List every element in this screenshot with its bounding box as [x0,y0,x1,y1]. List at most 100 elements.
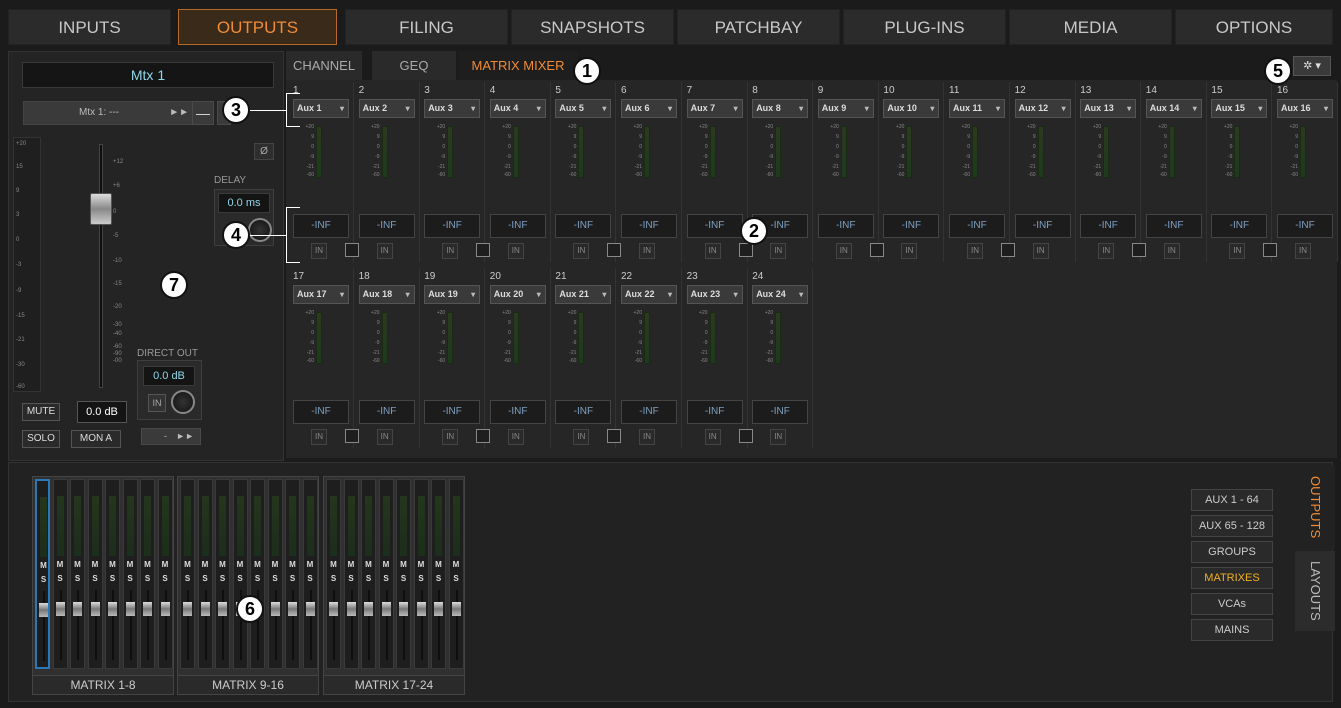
solo-button[interactable]: S [328,574,339,583]
side-tab-outputs[interactable]: OUTPUTS [1295,465,1335,549]
mute-button[interactable]: M [90,560,101,569]
bank-matrixes[interactable]: MATRIXES [1191,567,1273,589]
send-level-value[interactable]: -INF [1080,214,1137,238]
send-in-button[interactable]: IN [704,243,721,259]
mini-fader-strip[interactable]: MS [215,479,230,669]
mute-button[interactable]: M [107,560,118,569]
send-level-value[interactable]: -INF [686,400,743,424]
solo-button[interactable]: S [398,574,409,583]
mute-button[interactable]: M [182,560,193,569]
bank-label[interactable]: MATRIX 1-8 [32,675,174,695]
aux-source-selector[interactable]: Aux 18 ▾ [358,285,415,304]
send-level-value[interactable]: -INF [424,400,481,424]
mute-button[interactable]: MUTE [22,403,60,421]
output-route-selector[interactable]: Mtx 1: --- ►► [23,101,198,125]
mute-button[interactable]: M [451,560,462,569]
tab-snapshots[interactable]: SNAPSHOTS [511,9,674,45]
aux-source-selector[interactable]: Aux 21 ▾ [555,285,612,304]
send-level-value[interactable]: -INF [949,214,1005,238]
aux-source-selector[interactable]: Aux 6 ▾ [621,99,677,118]
mini-fader[interactable] [218,602,227,616]
send-level-value[interactable]: -INF [817,214,874,238]
send-level-value[interactable]: -INF [293,400,349,424]
send-in-button[interactable]: IN [770,429,787,445]
send-in-button[interactable]: IN [1295,243,1311,259]
aux-source-selector[interactable]: Aux 23 ▾ [686,285,743,304]
aux-source-selector[interactable]: Aux 4 ▾ [489,99,546,118]
send-in-button[interactable]: IN [311,243,327,259]
solo-button[interactable]: S [160,574,171,583]
aux-source-selector[interactable]: Aux 8 ▾ [752,99,809,118]
mute-button[interactable]: M [346,560,357,569]
tab-geq[interactable]: GEQ [372,51,456,80]
aux-source-selector[interactable]: Aux 12 ▾ [1014,99,1071,118]
mini-fader-strip[interactable]: MS [52,479,68,669]
mute-button[interactable]: M [398,560,409,569]
send-in-button[interactable]: IN [1098,243,1115,259]
tab-matrix-mixer[interactable]: MATRIX MIXER [458,51,578,80]
bank-mains[interactable]: MAINS [1191,619,1273,641]
solo-button[interactable]: S [305,574,316,583]
direct-out-knob[interactable] [171,390,195,414]
mini-fader-strip[interactable]: MS [285,479,300,669]
mute-button[interactable]: M [433,560,444,569]
send-in-button[interactable]: IN [967,243,983,259]
tab-patchbay[interactable]: PATCHBAY [677,9,840,45]
mini-fader-strip[interactable]: MS [197,479,213,669]
send-level-value[interactable]: -INF [555,214,612,238]
send-level-value[interactable]: -INF [1277,214,1333,238]
side-tab-layouts[interactable]: LAYOUTS [1295,551,1335,631]
mini-fader[interactable] [399,602,408,616]
direct-out-in-button[interactable]: IN [148,394,166,412]
direct-out-route[interactable]: - ►► [141,428,201,445]
aux-source-selector[interactable]: Aux 14 ▾ [1145,99,1202,118]
mute-button[interactable]: M [125,560,136,569]
send-level-value[interactable]: -INF [883,214,940,238]
aux-source-selector[interactable]: Aux 3 ▾ [424,99,481,118]
fader-gain-value[interactable]: 0.0 dB [77,401,127,423]
send-in-button[interactable]: IN [376,429,393,445]
mute-button[interactable]: M [363,560,374,569]
mini-fader-strip[interactable]: MS [343,479,359,669]
mini-fader[interactable] [270,602,280,616]
solo-button[interactable]: S [125,574,136,583]
minus-button[interactable]: — [192,101,214,125]
aux-source-selector[interactable]: Aux 24 ▾ [752,285,809,304]
send-in-button[interactable]: IN [1032,243,1049,259]
mute-button[interactable]: M [72,560,83,569]
settings-menu-button[interactable]: ✲ ▾ [1293,56,1331,76]
bank-vcas[interactable]: VCAs [1191,593,1273,615]
send-in-button[interactable]: IN [639,243,655,259]
solo-button[interactable]: S [72,574,83,583]
mini-fader[interactable] [55,602,65,616]
aux-source-selector[interactable]: Aux 5 ▾ [555,99,612,118]
mini-fader[interactable] [364,602,373,616]
solo-button[interactable]: S [270,574,281,583]
send-in-button[interactable]: IN [311,429,327,445]
tab-filing[interactable]: FILING [345,9,508,45]
send-in-button[interactable]: IN [442,243,459,259]
mini-fader-strip[interactable]: MS [361,479,376,669]
direct-out-value[interactable]: 0.0 dB [143,366,195,386]
send-level-value[interactable]: -INF [621,214,677,238]
mini-fader[interactable] [346,602,356,616]
mute-button[interactable]: M [38,561,49,570]
mini-fader[interactable] [125,602,135,616]
send-in-button[interactable]: IN [376,243,393,259]
mini-fader-strip[interactable]: MS [302,479,318,669]
aux-source-selector[interactable]: Aux 11 ▾ [949,99,1005,118]
delay-value[interactable]: 0.0 ms [218,193,270,213]
send-level-value[interactable]: -INF [424,214,481,238]
mini-fader[interactable] [434,602,443,616]
solo-button[interactable]: SOLO [22,430,60,448]
send-level-value[interactable]: -INF [621,400,677,424]
send-level-value[interactable]: -INF [358,400,415,424]
solo-button[interactable]: S [363,574,374,583]
mute-button[interactable]: M [381,560,392,569]
mini-fader[interactable] [143,602,152,616]
mute-button[interactable]: M [287,560,298,569]
bank-groups[interactable]: GROUPS [1191,541,1273,563]
mini-fader-strip[interactable]: MS [448,479,464,669]
send-level-value[interactable]: -INF [358,214,415,238]
solo-button[interactable]: S [182,574,193,583]
